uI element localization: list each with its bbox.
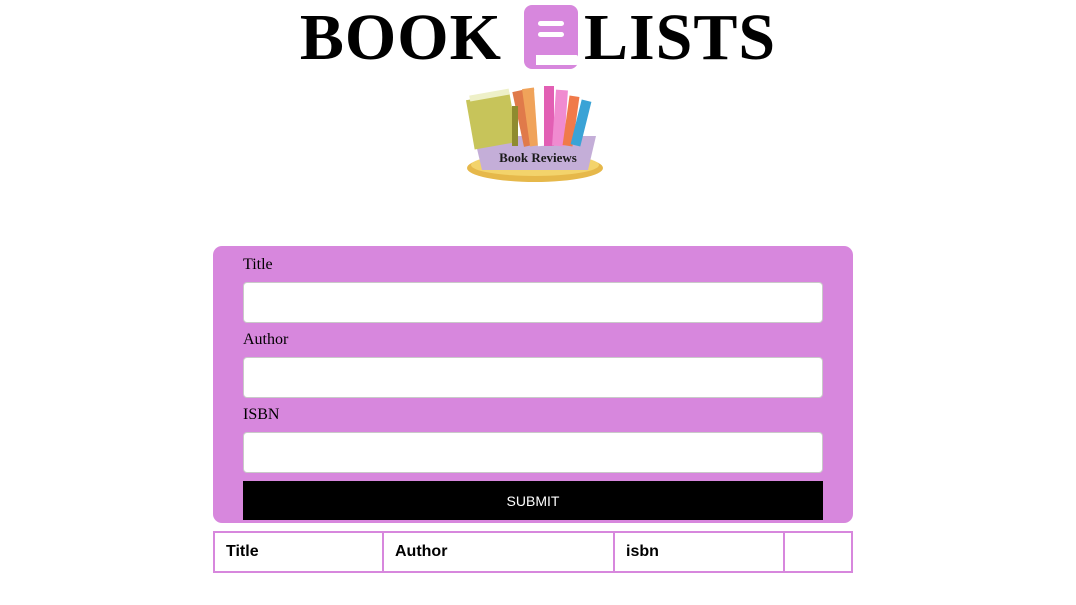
column-header-actions <box>783 531 853 573</box>
title-input[interactable] <box>243 282 823 323</box>
page: BOOK LISTS Book Reviews Title Author ISB… <box>0 0 1076 605</box>
column-header-isbn: isbn <box>613 531 785 573</box>
book-reviews-image: Book Reviews <box>465 86 603 182</box>
add-book-form: Title Author ISBN Submit <box>213 246 853 523</box>
app-title-right: LISTS <box>583 1 777 74</box>
isbn-input[interactable] <box>243 432 823 473</box>
submit-button[interactable]: Submit <box>243 481 823 520</box>
app-title-left: BOOK <box>299 1 502 74</box>
isbn-label: ISBN <box>243 406 280 423</box>
column-header-title: Title <box>213 531 384 573</box>
book-icon <box>523 5 578 69</box>
author-label: Author <box>243 331 289 348</box>
column-header-author: Author <box>382 531 615 573</box>
book-reviews-caption: Book Reviews <box>499 150 577 165</box>
book-list-table: Title Author isbn <box>213 531 853 573</box>
app-title: BOOK LISTS <box>0 0 1076 76</box>
title-label: Title <box>243 256 273 273</box>
author-input[interactable] <box>243 357 823 398</box>
table-header-row: Title Author isbn <box>213 531 853 573</box>
